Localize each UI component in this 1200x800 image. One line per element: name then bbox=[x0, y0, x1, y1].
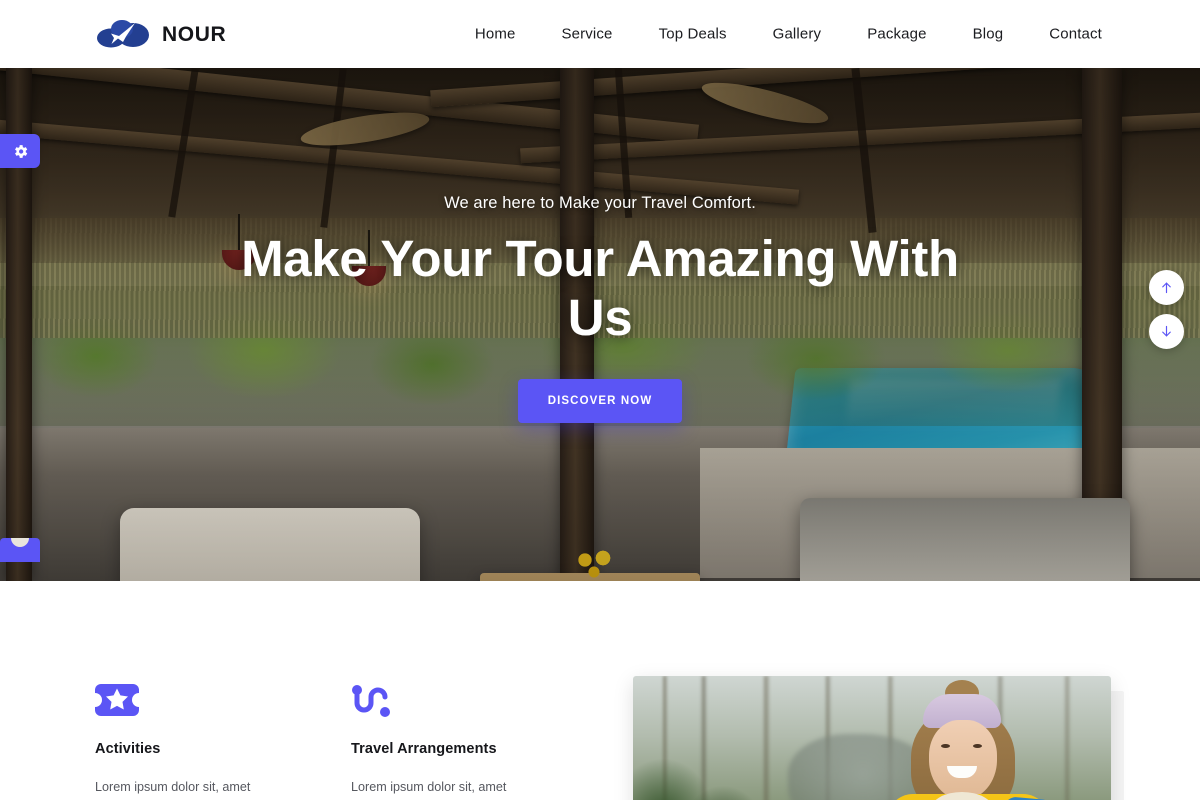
feature-text: Lorem ipsum dolor sit, amet consectetur … bbox=[95, 780, 251, 794]
scroll-controls bbox=[1149, 270, 1184, 349]
feature-card-travel-arrangements: Travel Arrangements Lorem ipsum dolor si… bbox=[351, 681, 573, 800]
nav-item-package[interactable]: Package bbox=[844, 27, 949, 42]
feature-photo bbox=[633, 676, 1111, 800]
hero-section: We are here to Make your Travel Comfort.… bbox=[0, 68, 1200, 581]
feature-card-activities: Activities Lorem ipsum dolor sit, amet c… bbox=[95, 681, 317, 800]
scroll-up-button[interactable] bbox=[1149, 270, 1184, 305]
main-navigation: Home Service Top Deals Gallery Package B… bbox=[452, 27, 1125, 42]
site-header: NOUR Home Service Top Deals Gallery Pack… bbox=[0, 0, 1200, 68]
brand-logo-link[interactable]: NOUR bbox=[95, 17, 226, 51]
landing-page: NOUR Home Service Top Deals Gallery Pack… bbox=[0, 0, 1200, 800]
ticket-star-icon bbox=[95, 684, 139, 716]
hero-title: Make Your Tour Amazing With Us bbox=[241, 230, 959, 347]
discover-now-button[interactable]: DISCOVER NOW bbox=[517, 379, 683, 424]
cloud-airplane-icon bbox=[97, 20, 149, 48]
panel-toggle-icon bbox=[11, 538, 29, 547]
nav-item-blog[interactable]: Blog bbox=[950, 27, 1027, 42]
feature-icon-wrap bbox=[351, 681, 573, 719]
panel-toggle-button[interactable] bbox=[0, 538, 40, 562]
feature-icon-wrap bbox=[95, 681, 317, 719]
nav-item-gallery[interactable]: Gallery bbox=[750, 27, 845, 42]
feature-text: Lorem ipsum dolor sit, amet consectetur … bbox=[351, 780, 507, 794]
hero-content: We are here to Make your Travel Comfort.… bbox=[0, 68, 1200, 581]
settings-toggle-button[interactable] bbox=[0, 134, 40, 168]
nav-item-home[interactable]: Home bbox=[452, 27, 539, 42]
nav-item-service[interactable]: Service bbox=[538, 27, 635, 42]
nav-item-contact[interactable]: Contact bbox=[1026, 27, 1125, 42]
arrow-down-icon bbox=[1162, 325, 1171, 337]
feature-title: Activities bbox=[95, 741, 161, 757]
hero-subtitle: We are here to Make your Travel Comfort. bbox=[444, 194, 756, 212]
feature-title: Travel Arrangements bbox=[351, 741, 497, 757]
features-section: Activities Lorem ipsum dolor sit, amet c… bbox=[0, 581, 1200, 800]
nav-item-top-deals[interactable]: Top Deals bbox=[636, 27, 750, 42]
brand-name: NOUR bbox=[162, 22, 227, 46]
scroll-down-button[interactable] bbox=[1149, 314, 1184, 349]
route-path-icon bbox=[352, 685, 390, 717]
hiker-figure bbox=[861, 680, 1091, 800]
arrow-up-icon bbox=[1162, 282, 1171, 294]
gear-icon bbox=[14, 144, 27, 158]
